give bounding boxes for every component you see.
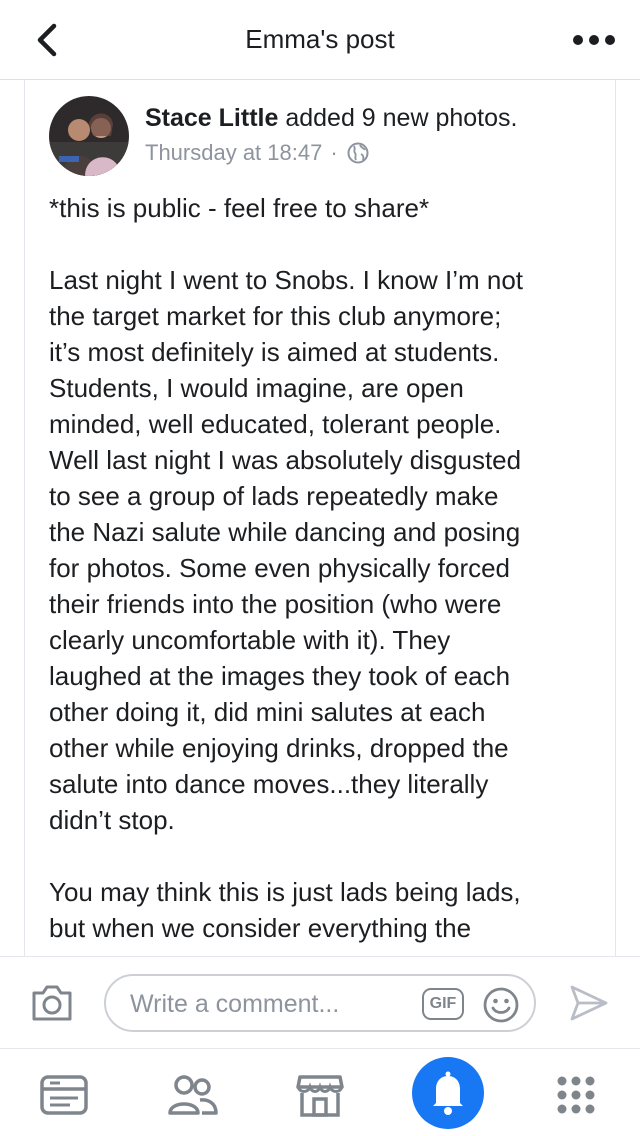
comment-placeholder: Write a comment... [130, 990, 340, 1018]
menu-grid-icon[interactable] [548, 1067, 604, 1123]
post-action-text: added 9 new photos. [285, 104, 518, 132]
camera-icon[interactable] [30, 983, 74, 1023]
send-icon[interactable] [566, 981, 610, 1025]
marketplace-icon[interactable] [292, 1067, 348, 1123]
author-avatar[interactable] [49, 96, 129, 176]
post-timestamp[interactable]: Thursday at 18:47 [145, 140, 322, 166]
post-body-line: didn’t stop. [49, 805, 175, 835]
post-body-line: Students, I would imagine, are open [49, 373, 464, 403]
notifications-icon [433, 1071, 463, 1115]
post-body-line: You may think this is just lads being la… [49, 877, 521, 907]
globe-icon [346, 141, 370, 165]
author-name[interactable]: Stace Little [145, 104, 278, 132]
gif-button[interactable]: GIF [422, 988, 464, 1020]
post-body-line: laughed at the images they took of each [49, 661, 511, 691]
post-body-line: salute into dance moves...they literally [49, 769, 489, 799]
comment-input[interactable]: Write a comment... GIF [104, 974, 536, 1032]
post-body-line [49, 226, 604, 262]
page-title: Emma's post [245, 24, 395, 54]
post-body-line: to see a group of lads repeatedly make [49, 481, 499, 511]
post-body-line: but when we consider everything the [49, 913, 472, 943]
comment-composer: Write a comment... GIF [0, 956, 640, 1048]
top-nav-bar: Emma's post [0, 0, 640, 80]
post-body-line [49, 838, 604, 874]
post-body-line: clearly uncomfortable with it). They [49, 625, 451, 655]
news-feed-icon[interactable] [36, 1067, 92, 1123]
post-body-line: *this is public - feel free to share* [49, 193, 430, 223]
post-body-line: the Nazi salute while dancing and posing [49, 517, 521, 547]
meta-separator: · [330, 140, 338, 165]
friends-icon[interactable] [164, 1067, 220, 1123]
more-options-icon[interactable] [570, 26, 618, 54]
post-body-line: the target market for this club anymore; [49, 301, 502, 331]
post-body-line: Last night I went to Snobs. I know I’m n… [49, 265, 524, 295]
post-body-line: other doing it, did mini salutes at each [49, 697, 486, 727]
post-body-text: *this is public - feel free to share* La… [49, 190, 604, 946]
post-body-line: minded, well educated, tolerant people. [49, 409, 502, 439]
notifications-tab-active[interactable] [412, 1057, 484, 1129]
post-body-line: for photos. Some even physically forced [49, 553, 511, 583]
emoji-icon[interactable] [482, 986, 520, 1024]
post-meta: Thursday at 18:47 · [145, 140, 370, 166]
post-body-line: other while enjoying drinks, dropped the [49, 733, 509, 763]
post-body-line: Well last night I was absolutely disgust… [49, 445, 522, 475]
post-card: Stace Little added 9 new photos. Thursda… [24, 80, 616, 956]
post-body-line: it’s most definitely is aimed at student… [49, 337, 500, 367]
post-body-line: their friends into the position (who wer… [49, 589, 502, 619]
bottom-tab-bar [0, 1048, 640, 1136]
post-author-line: Stace Little added 9 new photos. [145, 104, 517, 133]
